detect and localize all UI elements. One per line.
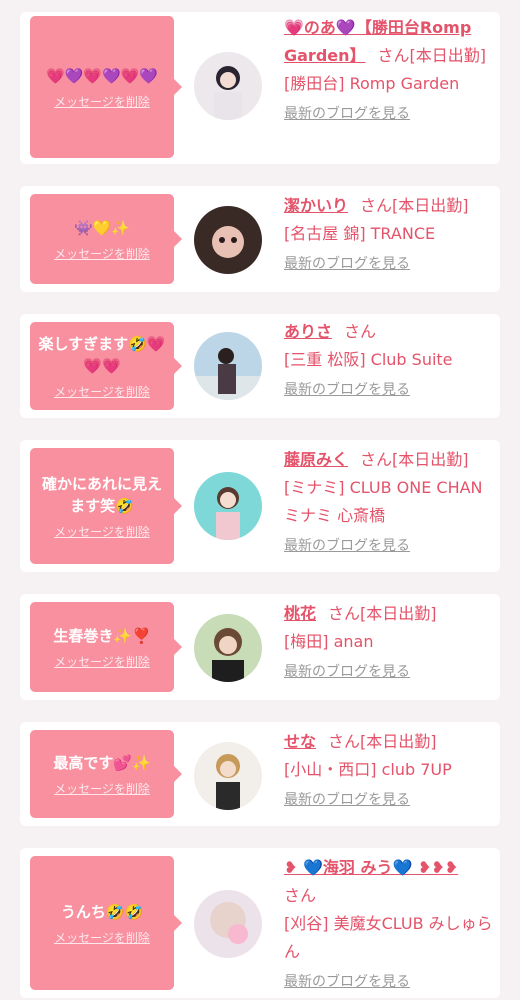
cast-name-link[interactable]: 藤原みく bbox=[284, 450, 348, 469]
blog-link[interactable]: 最新のブログを見る bbox=[284, 532, 410, 560]
cast-status: さん bbox=[284, 886, 317, 905]
message-bubble: 確かにあれに見えます笑🤣 メッセージを削除 bbox=[30, 448, 182, 564]
cast-status: さん[本日出勤] bbox=[328, 604, 437, 623]
store-name: [名古屋 錦] TRANCE bbox=[284, 224, 436, 243]
cast-status: さん bbox=[344, 322, 377, 341]
delete-message-link[interactable]: メッセージを削除 bbox=[54, 383, 150, 400]
avatar[interactable] bbox=[194, 52, 262, 120]
message-bubble: 楽しすぎます🤣💗💗💗 メッセージを削除 bbox=[30, 322, 182, 410]
message-card: 👾💛✨ メッセージを削除 潔かいり さん[本日出勤] [名古屋 錦] TRANCE… bbox=[20, 186, 500, 292]
avatar[interactable] bbox=[194, 614, 262, 682]
avatar[interactable] bbox=[194, 472, 262, 540]
message-text: 最高です💕✨ bbox=[53, 753, 151, 772]
message-text: 💗💜💗💜💗💜 bbox=[45, 66, 159, 85]
delete-message-link[interactable]: メッセージを削除 bbox=[54, 653, 150, 670]
delete-message-link[interactable]: メッセージを削除 bbox=[54, 93, 150, 110]
message-card: 確かにあれに見えます笑🤣 メッセージを削除 藤原みく さん[本日出勤] [ミナミ]… bbox=[20, 440, 500, 572]
cast-info: ありさ さん [三重 松阪] Club Suite 最新のブログを見る bbox=[284, 318, 494, 404]
message-bubble: 生春巻き✨❣️ メッセージを削除 bbox=[30, 602, 182, 692]
cast-info: ❥ 💙海羽 みう💙 ❥❥❥ さん [刈谷] 美魔女CLUB みしゅらん 最新のブ… bbox=[284, 854, 494, 996]
avatar[interactable] bbox=[194, 332, 262, 400]
blog-link[interactable]: 最新のブログを見る bbox=[284, 376, 410, 404]
message-card: 💗💜💗💜💗💜 メッセージを削除 💗のあ💜【勝田台Romp Garden】 さん[本… bbox=[20, 12, 500, 164]
blog-link[interactable]: 最新のブログを見る bbox=[284, 250, 410, 278]
cast-info: 藤原みく さん[本日出勤] [ミナミ] CLUB ONE CHAN ミナミ 心斎橋… bbox=[284, 446, 494, 560]
cast-name-link[interactable]: ❥ 💙海羽 みう💙 ❥❥❥ bbox=[284, 858, 458, 877]
message-text: 生春巻き✨❣️ bbox=[53, 626, 151, 645]
blog-link[interactable]: 最新のブログを見る bbox=[284, 968, 410, 996]
message-text: うんち🤣🤣 bbox=[60, 902, 144, 921]
message-text: 楽しすぎます🤣💗💗💗 bbox=[38, 334, 166, 375]
store-name: [三重 松阪] Club Suite bbox=[284, 350, 453, 369]
message-list: 💗💜💗💜💗💜 メッセージを削除 💗のあ💜【勝田台Romp Garden】 さん[本… bbox=[0, 0, 520, 998]
blog-link[interactable]: 最新のブログを見る bbox=[284, 100, 410, 128]
delete-message-link[interactable]: メッセージを削除 bbox=[54, 245, 150, 262]
avatar[interactable] bbox=[194, 890, 262, 958]
store-name: [ミナミ] CLUB ONE CHAN ミナミ 心斎橋 bbox=[284, 478, 483, 525]
cast-name-link[interactable]: せな bbox=[284, 732, 316, 751]
cast-status: さん[本日出勤] bbox=[328, 732, 437, 751]
avatar[interactable] bbox=[194, 206, 262, 274]
message-bubble: 最高です💕✨ メッセージを削除 bbox=[30, 730, 182, 818]
store-name: [小山・西口] club 7UP bbox=[284, 760, 452, 779]
cast-status: さん[本日出勤] bbox=[377, 46, 487, 65]
delete-message-link[interactable]: メッセージを削除 bbox=[54, 523, 150, 540]
cast-status: さん[本日出勤] bbox=[360, 196, 469, 215]
cast-name-link[interactable]: 桃花 bbox=[284, 604, 316, 623]
store-name: [勝田台] Romp Garden bbox=[284, 74, 460, 93]
cast-status: さん[本日出勤] bbox=[360, 450, 469, 469]
delete-message-link[interactable]: メッセージを削除 bbox=[54, 929, 150, 946]
avatar[interactable] bbox=[194, 742, 262, 810]
blog-link[interactable]: 最新のブログを見る bbox=[284, 658, 410, 686]
blog-link[interactable]: 最新のブログを見る bbox=[284, 786, 410, 814]
store-name: [刈谷] 美魔女CLUB みしゅらん bbox=[284, 914, 493, 961]
message-card: 楽しすぎます🤣💗💗💗 メッセージを削除 ありさ さん [三重 松阪] Club S… bbox=[20, 314, 500, 418]
cast-info: 💗のあ💜【勝田台Romp Garden】 さん[本日出勤] [勝田台] Romp … bbox=[284, 14, 494, 128]
store-name: [梅田] anan bbox=[284, 632, 374, 651]
message-card: 生春巻き✨❣️ メッセージを削除 桃花 さん[本日出勤] [梅田] anan 最新… bbox=[20, 594, 500, 700]
message-card: 最高です💕✨ メッセージを削除 せな さん[本日出勤] [小山・西口] club … bbox=[20, 722, 500, 826]
message-bubble: 👾💛✨ メッセージを削除 bbox=[30, 194, 182, 284]
cast-info: せな さん[本日出勤] [小山・西口] club 7UP 最新のブログを見る bbox=[284, 728, 494, 814]
message-text: 👾💛✨ bbox=[73, 218, 131, 237]
message-bubble: うんち🤣🤣 メッセージを削除 bbox=[30, 856, 182, 990]
cast-info: 潔かいり さん[本日出勤] [名古屋 錦] TRANCE 最新のブログを見る bbox=[284, 192, 494, 278]
cast-name-link[interactable]: ありさ bbox=[284, 322, 332, 341]
delete-message-link[interactable]: メッセージを削除 bbox=[54, 780, 150, 797]
cast-name-link[interactable]: 潔かいり bbox=[284, 196, 348, 215]
message-text: 確かにあれに見えます笑🤣 bbox=[41, 474, 162, 515]
message-card: うんち🤣🤣 メッセージを削除 ❥ 💙海羽 みう💙 ❥❥❥ さん [刈谷] 美魔女… bbox=[20, 848, 500, 998]
cast-info: 桃花 さん[本日出勤] [梅田] anan 最新のブログを見る bbox=[284, 600, 494, 686]
message-bubble: 💗💜💗💜💗💜 メッセージを削除 bbox=[30, 16, 182, 158]
